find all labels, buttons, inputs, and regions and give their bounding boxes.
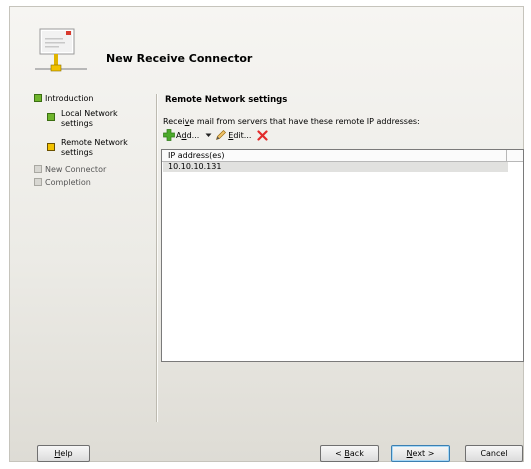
nav-divider xyxy=(156,94,158,422)
list-toolbar: Ad d... Edit... xyxy=(163,128,269,142)
nav-item-new-connector[interactable]: New Connector xyxy=(45,165,106,174)
list-header: IP address(es) xyxy=(162,150,523,162)
edit-label: dit... xyxy=(233,130,252,140)
ip-address-list[interactable]: IP address(es) 10.10.10.131 xyxy=(161,149,524,362)
step-pending-icon xyxy=(34,165,42,173)
prompt-text: e mail from servers that have these remo… xyxy=(189,117,420,126)
nav-item-remote-network[interactable]: Remote Network settings xyxy=(61,138,128,158)
back-label: ack xyxy=(349,449,364,458)
red-x-icon[interactable] xyxy=(257,129,269,141)
column-header-ip-address[interactable]: IP address(es) xyxy=(162,150,507,161)
nav-item-label-line1: Local Network xyxy=(61,109,118,118)
next-label: ext > xyxy=(412,449,435,458)
help-label: elp xyxy=(60,449,73,458)
green-plus-icon xyxy=(163,129,175,141)
nav-item-label-line2: settings xyxy=(61,119,93,128)
nav-item-local-network[interactable]: Local Network settings xyxy=(61,109,118,129)
list-prompt-label: Receive mail from servers that have thes… xyxy=(163,117,420,126)
nav-item-introduction[interactable]: Introduction xyxy=(45,94,93,103)
step-complete-icon xyxy=(47,113,55,121)
nav-item-label-line2: settings xyxy=(61,148,93,157)
add-button[interactable]: Ad d... xyxy=(163,129,199,141)
network-connector-icon xyxy=(35,28,87,72)
edit-button[interactable]: Edit... xyxy=(215,129,251,141)
pencil-icon xyxy=(216,130,227,141)
step-current-icon xyxy=(47,143,55,151)
wizard-window: New Receive Connector Introduction Local… xyxy=(9,6,524,462)
dropdown-arrow-icon[interactable] xyxy=(205,132,212,138)
add-label: d... xyxy=(186,130,200,140)
step-complete-icon xyxy=(34,94,42,102)
prompt-text: Recei xyxy=(163,117,185,126)
cancel-button[interactable]: Cancel xyxy=(465,445,523,462)
list-item[interactable]: 10.10.10.131 xyxy=(163,162,508,172)
wizard-title: New Receive Connector xyxy=(106,52,253,65)
nav-item-label-line1: Remote Network xyxy=(61,138,128,147)
next-button[interactable]: Next > xyxy=(391,445,450,462)
back-button[interactable]: < Back xyxy=(320,445,379,462)
section-title: Remote Network settings xyxy=(165,95,288,105)
step-pending-icon xyxy=(34,178,42,186)
nav-item-completion[interactable]: Completion xyxy=(45,178,91,187)
help-button[interactable]: Help xyxy=(37,445,90,462)
